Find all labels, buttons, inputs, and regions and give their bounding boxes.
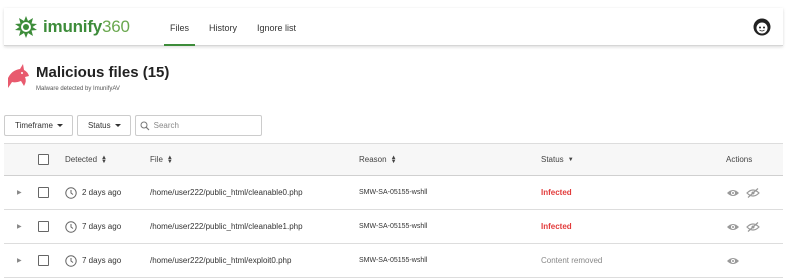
table-row[interactable]: ▶ 7 days ago /home/user222/public_html/e… xyxy=(4,244,783,278)
detected-value: 2 days ago xyxy=(82,188,122,197)
status-label: Status xyxy=(87,121,111,130)
sort-icon: ▲ ▼ xyxy=(390,154,397,165)
clock-icon xyxy=(65,186,77,199)
column-detected-label: Detected xyxy=(65,155,98,164)
select-all-cell xyxy=(38,144,49,175)
column-status[interactable]: Status ▼ xyxy=(541,144,574,175)
clock-icon xyxy=(65,220,77,233)
eye-icon[interactable] xyxy=(726,188,740,198)
eye-icon[interactable] xyxy=(726,222,740,232)
detected-cell: 7 days ago xyxy=(65,210,121,243)
title-block: Malicious files (15) Malware detected by… xyxy=(36,64,169,92)
filters-bar: Timeframe Status xyxy=(4,115,262,136)
table-row[interactable]: ▶ 7 days ago /home/user222/public_html/c… xyxy=(4,210,783,244)
actions-cell xyxy=(726,176,766,209)
eye-off-icon[interactable] xyxy=(746,221,760,232)
file-path: /home/user222/public_html/cleanable0.php xyxy=(150,188,303,197)
status-value: Infected xyxy=(541,222,572,231)
top-navigation-bar: imunify360 Files History Ignore list xyxy=(4,8,783,46)
column-reason-label: Reason xyxy=(359,155,387,164)
page-header: Malicious files (15) Malware detected by… xyxy=(6,64,169,92)
table-row[interactable]: ▶ 2 days ago /home/user222/public_html/c… xyxy=(4,176,783,210)
timeframe-dropdown[interactable]: Timeframe xyxy=(4,115,73,136)
column-actions: Actions xyxy=(726,144,752,175)
row-checkbox[interactable] xyxy=(38,255,49,266)
sort-desc-icon: ▼ xyxy=(567,156,574,163)
row-checkbox-cell xyxy=(38,176,49,209)
status-value: Infected xyxy=(541,188,572,197)
logo-text: imunify360 xyxy=(43,17,130,36)
expand-row-icon[interactable]: ▶ xyxy=(17,244,23,277)
tab-files[interactable]: Files xyxy=(164,8,196,46)
clock-icon xyxy=(65,254,77,267)
detected-value: 7 days ago xyxy=(82,222,122,231)
main-tabs: Files History Ignore list xyxy=(164,8,310,46)
detected-value: 7 days ago xyxy=(82,256,122,265)
column-file[interactable]: File ▲ ▼ xyxy=(150,144,173,175)
actions-cell xyxy=(726,210,766,243)
file-path: /home/user222/public_html/exploit0.php xyxy=(150,256,292,265)
column-file-label: File xyxy=(150,155,163,164)
select-all-checkbox[interactable] xyxy=(38,154,49,165)
sort-icon: ▲ ▼ xyxy=(166,154,173,165)
file-path: /home/user222/public_html/cleanable1.php xyxy=(150,222,303,231)
search-box xyxy=(134,115,262,136)
page-title: Malicious files (15) xyxy=(36,64,170,81)
row-checkbox-cell xyxy=(38,244,49,277)
eye-icon[interactable] xyxy=(726,256,740,266)
shark-icon xyxy=(8,64,29,88)
reason-value: SMW-SA-05155-wshll xyxy=(359,189,428,196)
reason-value: SMW-SA-05155-wshll xyxy=(359,223,428,230)
malicious-files-table: Detected ▲ ▼ File ▲ ▼ Reason ▲ ▼ Status ▼ A… xyxy=(4,143,783,278)
status-value: Content removed xyxy=(541,256,603,265)
row-checkbox-cell xyxy=(38,210,49,243)
imunify-logo-icon xyxy=(15,16,37,38)
search-icon xyxy=(140,121,150,130)
column-actions-label: Actions xyxy=(726,155,753,164)
chevron-down-icon xyxy=(114,124,121,127)
column-detected[interactable]: Detected ▲ ▼ xyxy=(65,144,107,175)
expand-row-icon[interactable]: ▶ xyxy=(17,176,23,209)
row-checkbox[interactable] xyxy=(38,221,49,232)
eye-off-icon[interactable] xyxy=(746,187,760,198)
sort-icon: ▲ ▼ xyxy=(101,154,107,165)
user-avatar-icon[interactable] xyxy=(753,18,771,36)
status-dropdown[interactable]: Status xyxy=(76,115,131,136)
expand-row-icon[interactable]: ▶ xyxy=(17,210,23,243)
chevron-down-icon xyxy=(56,124,63,127)
tab-ignore-list[interactable]: Ignore list xyxy=(251,8,302,46)
timeframe-label: Timeframe xyxy=(15,121,53,130)
column-reason[interactable]: Reason ▲ ▼ xyxy=(359,144,397,175)
tab-history[interactable]: History xyxy=(203,8,243,46)
reason-value: SMW-SA-05155-wshll xyxy=(359,257,428,264)
search-input[interactable] xyxy=(153,121,254,130)
imunify360-logo[interactable]: imunify360 xyxy=(14,14,130,40)
row-checkbox[interactable] xyxy=(38,187,49,198)
column-status-label: Status xyxy=(541,155,564,164)
detected-cell: 7 days ago xyxy=(65,244,121,277)
actions-cell xyxy=(726,244,746,277)
detected-cell: 2 days ago xyxy=(65,176,121,209)
table-header-row: Detected ▲ ▼ File ▲ ▼ Reason ▲ ▼ Status ▼ A… xyxy=(4,144,783,176)
page-subtitle: Malware detected by ImunifyAV xyxy=(36,86,120,92)
